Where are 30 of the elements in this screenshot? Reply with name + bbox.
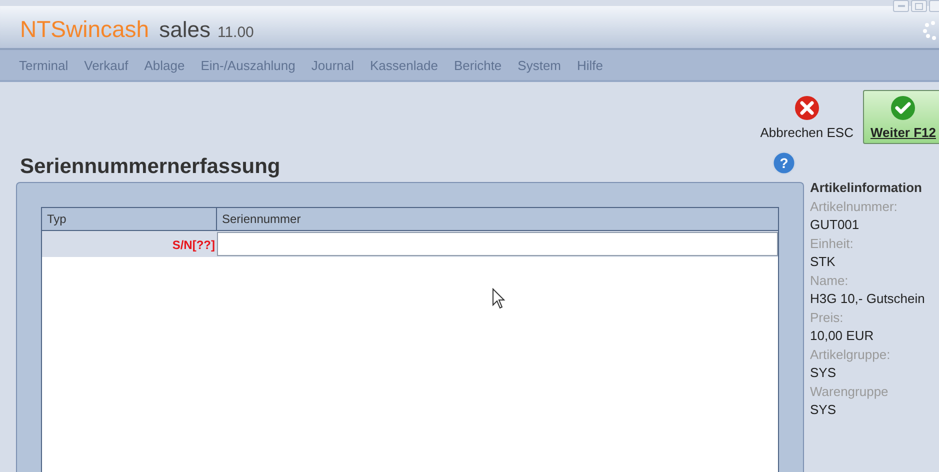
spinner-icon (921, 20, 937, 40)
info-title: Artikelinformation (810, 180, 923, 195)
field-value: GUT001 (810, 217, 860, 232)
continue-button[interactable]: Weiter F12 (863, 90, 939, 144)
field-label: Einheit: (810, 236, 854, 251)
field-value: 10,00 EUR (810, 328, 875, 343)
type-cell-text: S/N[??] (171, 237, 216, 254)
field-label: Name: (810, 273, 850, 288)
field-label: Warengruppe (810, 384, 890, 399)
column-header: Seriennummer (221, 211, 302, 228)
maximize-button[interactable] (911, 0, 927, 12)
serial-number-field[interactable] (217, 232, 778, 256)
checkmark-icon (890, 95, 916, 121)
field-value: H3G 10,- Gutschein (810, 291, 926, 306)
column-header: Typ (42, 208, 217, 230)
app-version: 11.00 (217, 24, 254, 40)
field-label: Artikelnummer: (810, 199, 898, 214)
field-label: Preis: (810, 310, 844, 325)
cancel-button[interactable]: Abbrechen ESC (760, 95, 854, 144)
app-product: sales (159, 16, 210, 42)
mouse-cursor-icon (492, 288, 506, 310)
app-brand: NTSwincash (20, 16, 150, 42)
field-value: SYS (810, 365, 838, 380)
field-value: STK (810, 254, 836, 269)
help-icon[interactable]: ? (772, 151, 796, 175)
field-label: Artikelgruppe: (810, 347, 892, 362)
close-icon (794, 95, 820, 121)
minimize-button[interactable] (893, 0, 909, 12)
field-value: SYS (810, 402, 838, 417)
page-title: Seriennummernerfassung (20, 155, 280, 179)
